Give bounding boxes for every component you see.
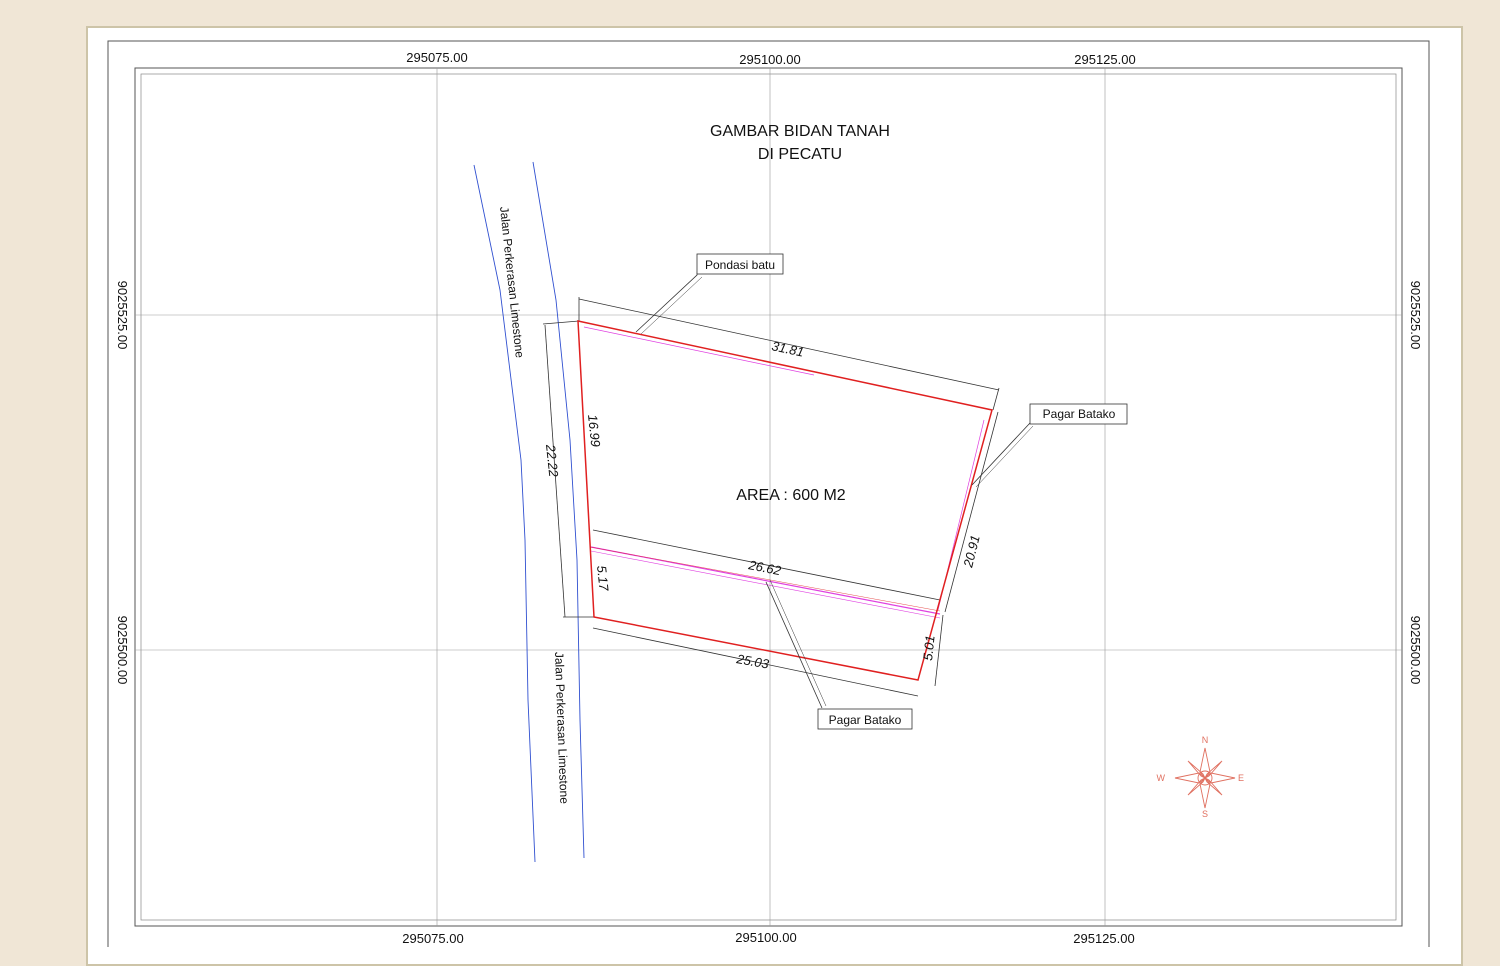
compass-n: N — [1202, 735, 1209, 745]
easting-bottom-2: 295100.00 — [735, 930, 796, 945]
road-label-lower: Jalan Perkerasan Limestone — [552, 652, 571, 805]
drawing-subtitle: DI PECATU — [758, 146, 842, 163]
northing-left-2: 9025500.00 — [115, 616, 130, 685]
dim-west-upper: 16.99 — [585, 414, 603, 448]
compass-e: E — [1238, 773, 1244, 783]
dim-west-total: 22.22 — [543, 443, 562, 479]
leader-pondasi-2 — [640, 276, 703, 335]
northing-left-1: 9025525.00 — [115, 281, 130, 350]
dim-north-edge: 31.81 — [770, 338, 805, 359]
easting-top-2: 295100.00 — [739, 52, 800, 67]
dim-east-lower: 5.01 — [920, 635, 938, 662]
callout-pagar-east: Pagar Batako — [1043, 407, 1116, 421]
callout-pagar-south: Pagar Batako — [829, 713, 902, 727]
easting-top-3: 295125.00 — [1074, 52, 1135, 67]
easting-top-1: 295075.00 — [406, 50, 467, 65]
dim-east-upper: 20.91 — [960, 534, 983, 570]
dim-ext-west-top — [542, 320, 580, 325]
road-label-upper: Jalan Perkerasan Limestone — [497, 206, 527, 359]
easting-bottom-3: 295125.00 — [1073, 931, 1134, 946]
northing-right-2: 9025500.00 — [1408, 616, 1423, 685]
compass-rose-icon — [1174, 747, 1236, 809]
compass-w: W — [1157, 773, 1166, 783]
land-parcel-plan: 295075.00 295100.00 295125.00 295075.00 … — [107, 40, 1430, 947]
dim-south-edge: 25.03 — [734, 651, 770, 672]
compass-s: S — [1202, 809, 1208, 819]
dim-line-east-upper — [944, 411, 999, 613]
callout-pondasi: Pondasi batu — [705, 258, 775, 272]
dim-ext-north-e — [992, 387, 1000, 411]
dim-fence-line: 26.62 — [746, 557, 783, 578]
leader-pondasi — [635, 263, 699, 333]
fence-line — [590, 546, 941, 615]
drawing-title: GAMBAR BIDAN TANAH — [710, 123, 890, 140]
parcel-division — [589, 546, 941, 612]
dim-west-lower: 5.17 — [594, 565, 612, 592]
area-label: AREA : 600 M2 — [736, 487, 845, 504]
easting-bottom-1: 295075.00 — [402, 931, 463, 946]
leader-pagar-south — [765, 581, 823, 709]
leader-pagar-south-2 — [769, 579, 827, 707]
dim-line-east-lower — [934, 614, 944, 687]
northing-right-1: 9025525.00 — [1408, 281, 1423, 350]
